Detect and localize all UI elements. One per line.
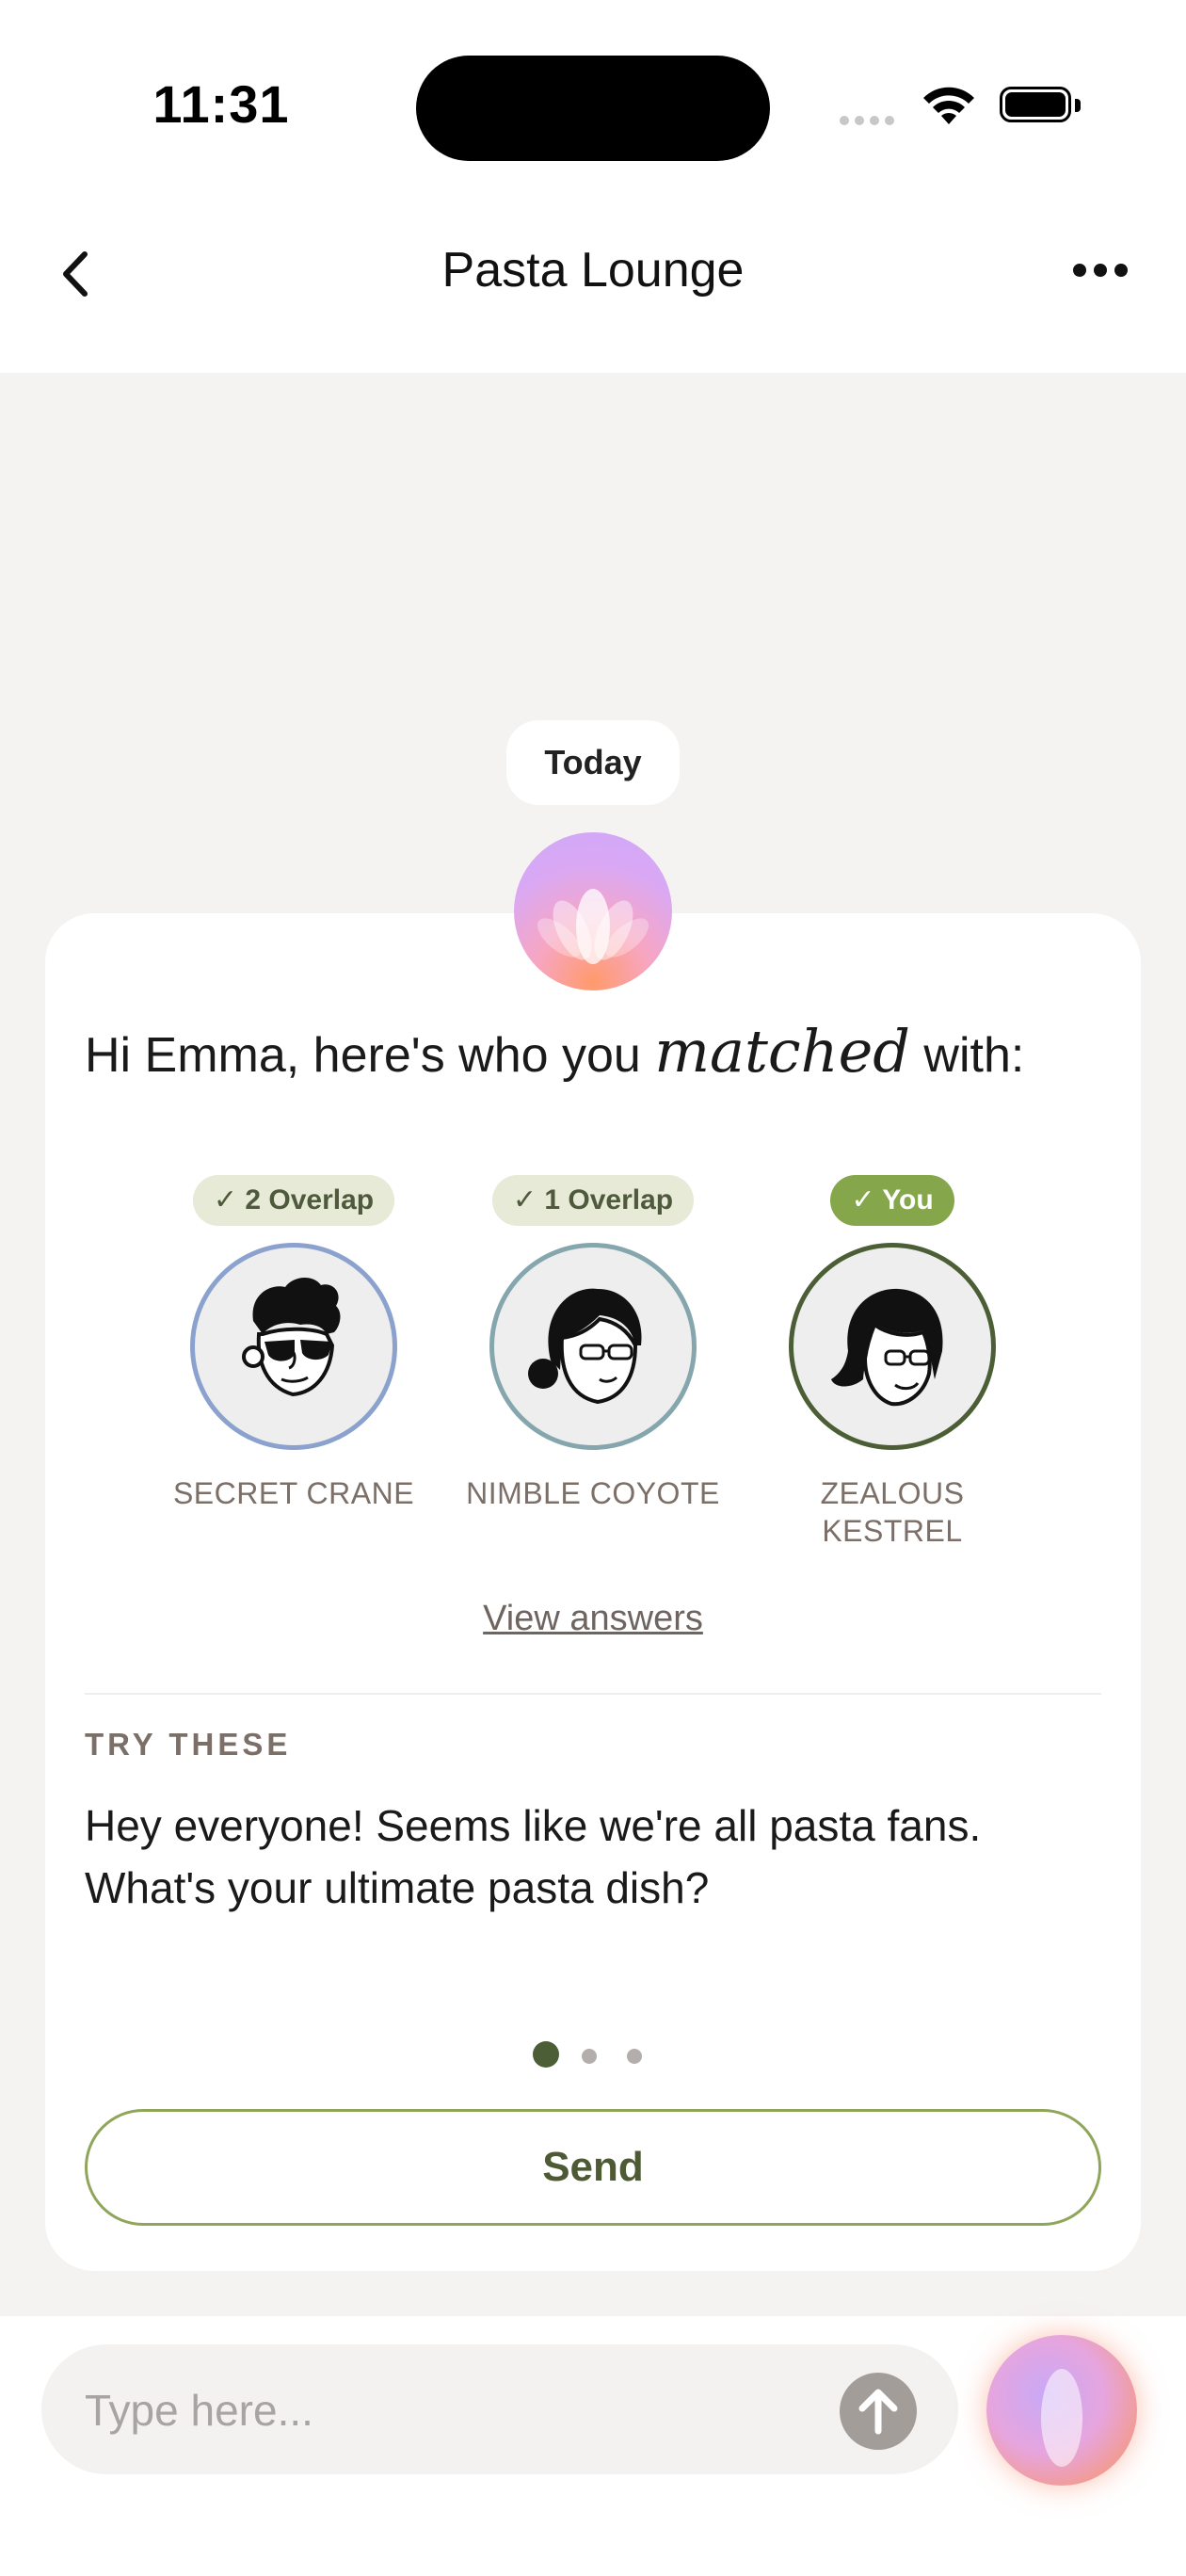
status-time: 11:31 xyxy=(152,74,290,134)
send-suggestion-button[interactable]: Send xyxy=(85,2109,1101,2226)
divider xyxy=(85,1693,1101,1695)
member-zealous-kestrel[interactable]: ✓ You ZEALOUS KESTREL xyxy=(751,1175,1034,1548)
avatar xyxy=(789,1243,996,1450)
greeting-before: Hi Emma, here's who you xyxy=(85,1028,655,1083)
suggested-message[interactable]: Hey everyone! Seems like we're all pasta… xyxy=(85,1795,1101,1919)
pager-dot[interactable] xyxy=(627,2049,642,2064)
person-glasses-icon xyxy=(528,1288,642,1405)
pager-dots xyxy=(533,2041,655,2069)
more-dot-icon xyxy=(1073,264,1086,277)
lotus-avatar-icon xyxy=(514,832,672,990)
member-name: SECRET CRANE xyxy=(172,1476,415,1510)
greeting-emphasis: matched xyxy=(654,1017,910,1086)
message-composer xyxy=(0,2316,1186,2576)
member-secret-crane[interactable]: ✓ 2 Overlap SECRET CRANE xyxy=(152,1175,435,1510)
date-separator: Today xyxy=(506,720,680,805)
overlap-badge: ✓ 2 Overlap xyxy=(192,1175,395,1226)
cellular-signal-icon xyxy=(840,113,900,130)
page-title: Pasta Lounge xyxy=(441,243,745,298)
message-input[interactable] xyxy=(83,2373,821,2448)
arrow-up-icon xyxy=(858,2389,898,2435)
battery-icon xyxy=(1000,87,1082,126)
pager-dot[interactable] xyxy=(582,2049,597,2064)
send-message-button[interactable] xyxy=(840,2373,917,2450)
pager-dot-active[interactable] xyxy=(533,2041,559,2068)
try-these-label: TRY THESE xyxy=(85,1727,292,1762)
member-name: ZEALOUS KESTREL xyxy=(820,1476,965,1548)
more-options-button[interactable] xyxy=(1073,264,1139,286)
person-sunglasses-icon xyxy=(242,1277,341,1397)
status-bar: 11:31 xyxy=(0,0,1186,188)
navigation-bar: Pasta Lounge xyxy=(0,188,1186,373)
wifi-icon xyxy=(921,83,977,131)
avatar xyxy=(489,1243,697,1450)
greeting-after: with: xyxy=(909,1028,1025,1083)
person-glasses-icon xyxy=(831,1288,943,1407)
member-name: NIMBLE COYOTE xyxy=(466,1476,720,1510)
dynamic-island xyxy=(416,56,770,161)
ai-assistant-orb-icon[interactable] xyxy=(986,2335,1137,2486)
avatar xyxy=(190,1243,397,1450)
message-field xyxy=(41,2344,958,2474)
member-nimble-coyote[interactable]: ✓ 1 Overlap NIMBLE COYOTE xyxy=(452,1175,734,1510)
you-badge: ✓ You xyxy=(830,1175,954,1226)
greeting-text: Hi Emma, here's who you matched with: xyxy=(85,1017,1120,1086)
view-answers-link[interactable]: View answers xyxy=(0,1599,1186,1639)
overlap-badge: ✓ 1 Overlap xyxy=(491,1175,695,1226)
